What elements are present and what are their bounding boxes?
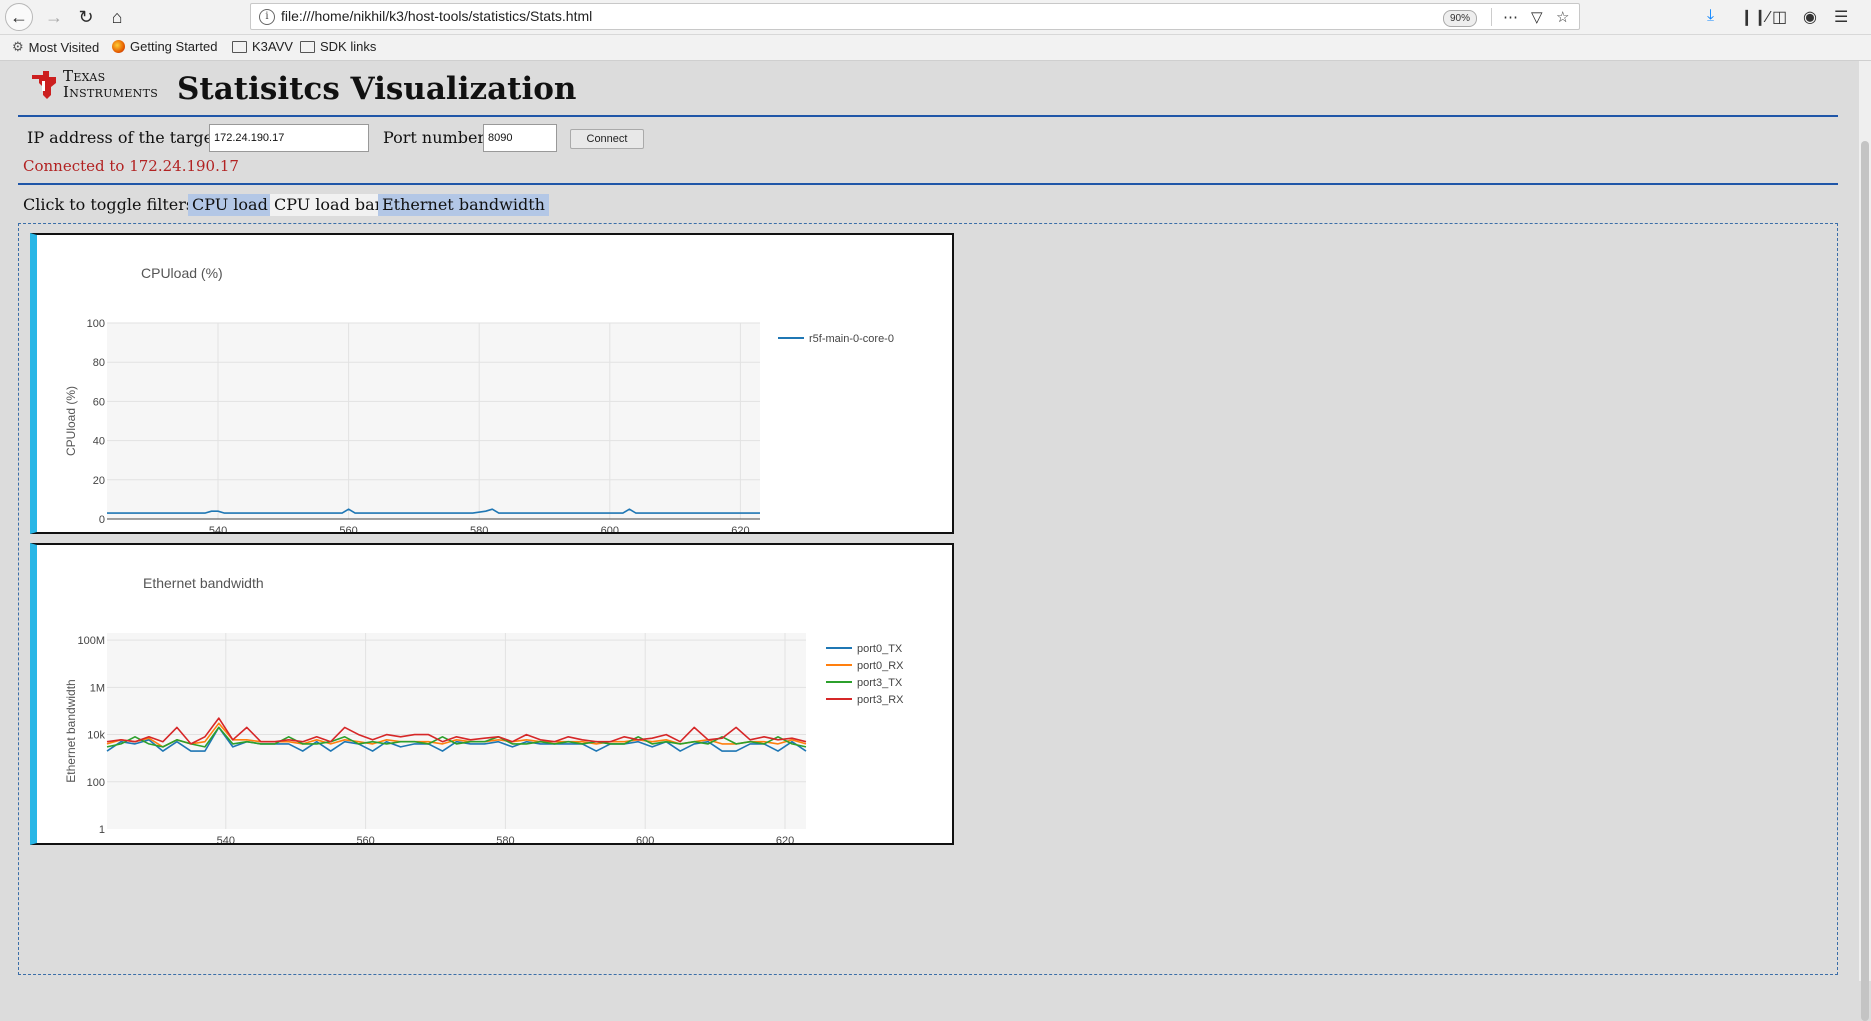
url-bar[interactable]: i file:///home/nikhil/k3/host-tools/stat… <box>250 3 1580 30</box>
chart-title: Ethernet bandwidth <box>143 575 264 591</box>
bookmark-getting-started[interactable]: Getting Started <box>112 39 217 54</box>
ip-address-input[interactable] <box>209 124 369 152</box>
connect-button[interactable]: Connect <box>570 129 644 149</box>
y-tick-label: 1M <box>90 682 105 694</box>
logo-word: NSTRUMENTS <box>69 87 159 100</box>
filter-ethernet-bandwidth[interactable]: Ethernet bandwidth <box>378 194 549 216</box>
x-tick-label: 600 <box>636 835 654 843</box>
legend-label[interactable]: port0_TX <box>857 643 903 655</box>
y-tick-label: 100M <box>77 635 105 647</box>
cpu-load-chart[interactable]: CPUload (%) 0 20 40 60 80 100 540 560 580 600 620 CP… <box>37 235 954 532</box>
sidebar-icon[interactable]: ◫ <box>1772 7 1787 27</box>
x-tick-label: 540 <box>217 835 235 843</box>
y-tick-label: 60 <box>93 396 105 408</box>
y-tick-label: 40 <box>93 436 105 448</box>
page-actions-icon[interactable]: ⋯ <box>1503 8 1518 26</box>
ti-logo-text: TEXAS INSTRUMENTS <box>63 69 158 101</box>
legend-label[interactable]: r5f-main-0-core-0 <box>809 333 894 345</box>
x-tick-label: 560 <box>339 525 357 532</box>
y-tick-label: 100 <box>87 318 105 330</box>
y-axis-label: Ethernet bandwidth <box>64 679 78 782</box>
divider <box>18 115 1838 117</box>
plot-background <box>107 633 806 829</box>
legend-label[interactable]: port3_RX <box>857 694 904 706</box>
x-tick-label: 620 <box>776 835 794 843</box>
bookmark-label: K3AVV <box>252 39 293 54</box>
page-content: TEXAS INSTRUMENTS Statisitcs Visualizati… <box>0 61 1859 981</box>
port-label: Port number: <box>383 128 491 147</box>
y-tick-label: 1 <box>99 824 105 836</box>
y-tick-label: 0 <box>99 514 105 526</box>
x-tick-label: 580 <box>496 835 514 843</box>
filters-label: Click to toggle filters: <box>23 195 200 214</box>
downloads-icon[interactable]: ⤓ <box>1707 7 1714 25</box>
scrollbar-thumb[interactable] <box>1861 141 1869 1021</box>
legend-label[interactable]: port3_TX <box>857 677 903 689</box>
bookmark-most-visited[interactable]: ⚙ Most Visited <box>12 39 99 55</box>
site-info-icon[interactable]: i <box>259 9 275 25</box>
zoom-badge[interactable]: 90% <box>1443 10 1478 27</box>
y-tick-label: 20 <box>93 475 105 487</box>
ti-logo: TEXAS INSTRUMENTS <box>29 69 158 101</box>
divider <box>18 183 1838 185</box>
filter-cpu-load[interactable]: CPU load <box>188 194 272 216</box>
bookmark-k3avv[interactable]: K3AVV <box>232 39 293 54</box>
logo-word: EXAS <box>73 71 106 84</box>
url-separator <box>1491 8 1492 26</box>
browser-toolbar: ← → ↻ ⌂ i file:///home/nikhil/k3/host-to… <box>0 0 1871 35</box>
plots-container: CPUload (%) 0 20 40 60 80 100 540 560 580 600 620 CP… <box>18 223 1838 975</box>
bookmark-star-icon[interactable]: ☆ <box>1556 8 1569 26</box>
home-icon[interactable]: ⌂ <box>103 3 131 31</box>
page-scrollbar[interactable] <box>1859 61 1871 1021</box>
ethernet-bandwidth-chart[interactable]: Ethernet bandwidth 1 100 10k 1M 100M 540 560 580… <box>37 545 954 843</box>
chart-title: CPUload (%) <box>141 265 223 281</box>
ti-logo-icon <box>32 71 56 99</box>
x-tick-label: 580 <box>470 525 488 532</box>
y-tick-label: 10k <box>87 730 105 742</box>
menu-icon[interactable]: ☰ <box>1834 7 1848 27</box>
page-title: Statisitcs Visualization <box>177 71 577 107</box>
bookmark-label: Most Visited <box>28 39 100 55</box>
port-input[interactable] <box>483 124 557 152</box>
plot-background <box>107 323 760 519</box>
folder-icon <box>300 40 315 53</box>
url-text[interactable]: file:///home/nikhil/k3/host-tools/statis… <box>281 8 592 24</box>
gear-icon: ⚙ <box>12 39 24 54</box>
bookmarks-toolbar: ⚙ Most Visited Getting Started K3AVV SDK… <box>0 35 1871 61</box>
reload-icon[interactable]: ↻ <box>72 3 100 31</box>
legend-label[interactable]: port0_RX <box>857 660 904 672</box>
bookmark-label: SDK links <box>320 39 377 54</box>
account-icon[interactable]: ◉ <box>1803 7 1817 27</box>
folder-icon <box>232 40 247 53</box>
forward-icon[interactable]: → <box>40 3 68 31</box>
x-tick-label: 540 <box>209 525 227 532</box>
bookmark-label: Getting Started <box>130 39 218 54</box>
x-tick-label: 600 <box>601 525 619 532</box>
x-tick-label: 620 <box>731 525 749 532</box>
filter-cpu-load-bar[interactable]: CPU load bar <box>270 194 387 216</box>
bookmark-sdk-links[interactable]: SDK links <box>300 39 376 54</box>
pocket-icon[interactable]: ▽ <box>1531 8 1543 26</box>
x-tick-label: 560 <box>356 835 374 843</box>
y-axis-label: CPUload (%) <box>64 386 78 456</box>
back-icon[interactable]: ← <box>5 3 33 31</box>
library-icon[interactable]: ❙❙∕ <box>1740 7 1769 27</box>
connection-status: Connected to 172.24.190.17 <box>23 157 239 175</box>
y-tick-label: 80 <box>93 357 105 369</box>
firefox-icon <box>112 40 125 53</box>
cpu-load-plot-card: CPUload (%) 0 20 40 60 80 100 540 560 580 600 620 CP… <box>30 233 954 534</box>
ethernet-bandwidth-plot-card: Ethernet bandwidth 1 100 10k 1M 100M 540 560 580… <box>30 543 954 845</box>
ip-label: IP address of the target: <box>27 128 225 147</box>
y-tick-label: 100 <box>87 777 105 789</box>
